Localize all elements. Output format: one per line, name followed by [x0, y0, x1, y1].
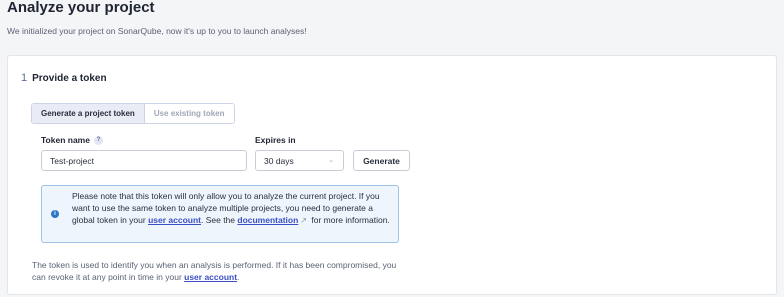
info-text: Please note that this token will only al…: [72, 190, 394, 227]
page-subtitle: We initialized your project on SonarQube…: [7, 26, 307, 36]
step-title: 1 Provide a token: [21, 72, 107, 84]
token-mode-toggle: Generate a project token Use existing to…: [31, 103, 235, 124]
info-alert: i Please note that this token will only …: [41, 185, 399, 243]
token-name-label: Token name?: [41, 135, 103, 146]
expires-in-select[interactable]: 30 days ⌄: [255, 150, 344, 171]
user-account-link[interactable]: user account: [148, 215, 201, 225]
token-name-input[interactable]: Test-project: [41, 150, 247, 171]
footer-user-account-link[interactable]: user account: [184, 272, 237, 282]
token-name-label-text: Token name: [41, 135, 90, 145]
use-existing-token-tab[interactable]: Use existing token: [144, 104, 234, 123]
external-link-icon: ↗: [300, 216, 307, 225]
generate-project-token-tab[interactable]: Generate a project token: [32, 104, 145, 123]
expires-in-label: Expires in: [255, 135, 296, 145]
step-number: 1: [21, 72, 28, 84]
token-card: 1 Provide a token Generate a project toke…: [7, 55, 777, 295]
chevron-down-icon: ⌄: [328, 157, 334, 164]
question-icon[interactable]: ?: [93, 136, 103, 146]
page-title: Analyze your project: [7, 0, 155, 16]
info-text-part3: for more information.: [309, 215, 390, 225]
footer-text-part2: .: [237, 272, 240, 282]
token-explanation: The token is used to identify you when a…: [32, 259, 412, 283]
step-title-text: Provide a token: [32, 73, 107, 84]
info-icon: i: [51, 210, 59, 218]
generate-button[interactable]: Generate: [353, 150, 410, 171]
info-text-part2: . See the: [200, 215, 238, 225]
documentation-link[interactable]: documentation: [237, 215, 298, 225]
expires-in-value: 30 days: [264, 155, 294, 166]
